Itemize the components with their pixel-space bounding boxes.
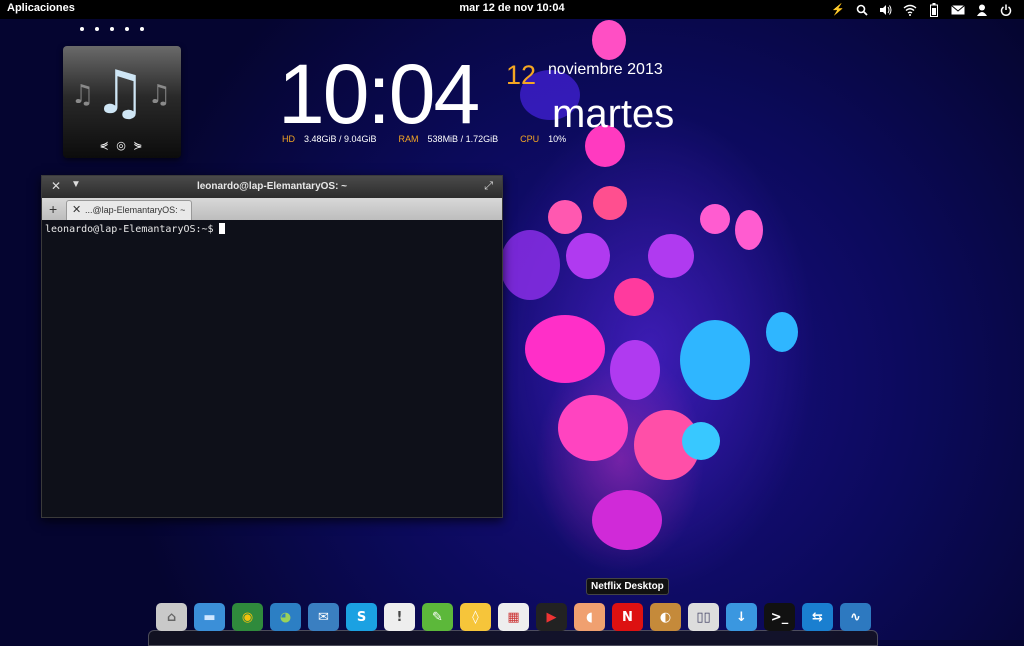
top-panel: Aplicaciones mar 12 de nov 10:04 ⚡ [0,0,1024,19]
tab-label: ...@lap-ElemantaryOS: ~ [85,205,186,215]
cpu-value: 10% [548,134,567,144]
conky-weekday: martes [552,92,675,136]
wallpaper-blob [614,278,654,316]
wallpaper-blob [610,340,660,400]
wallpaper-blob [648,234,694,278]
wallpaper-blob [592,490,662,550]
monitor-launcher-icon[interactable]: ∿ [840,603,871,631]
conky-day: 12 [506,60,537,90]
next-icon[interactable]: ⋟ [133,139,144,152]
hd-label: HD [282,134,295,144]
wifi-icon[interactable] [898,0,922,19]
wallpaper-blob [566,233,610,279]
conky-time: 10:04 [278,47,480,141]
new-tab-button[interactable]: + [49,201,57,217]
terminal-body[interactable]: leonardo@lap-ElemantaryOS:~$ [42,220,502,238]
page-dot[interactable] [95,27,99,31]
conky-stats: HD 3.48GiB / 9.04GiB RAM 538MiB / 1.72GiB … [282,134,588,144]
terminal-launcher-icon[interactable]: >_ [764,603,795,631]
browser-launcher-icon[interactable]: ◕ [270,603,301,631]
window-title: leonardo@lap-ElemantaryOS: ~ [196,181,348,192]
skype-launcher-icon[interactable]: S [346,603,377,631]
terminal-tabbar: + ✕ ...@lap-ElemantaryOS: ~ [42,198,502,220]
page-dot[interactable] [140,27,144,31]
hd-value: 3.48GiB / 9.04GiB [304,134,377,144]
terminal-titlebar[interactable]: ✕ ▼ leonardo@lap-ElemantaryOS: ~ ⤢ [42,176,502,198]
music-note-icon: ♫ [71,80,95,110]
files-launcher-icon[interactable]: ⌂ [156,603,187,631]
battery-charge-icon[interactable]: ⚡ [826,0,850,19]
wallpaper-blob [700,204,730,234]
downloads-launcher-icon[interactable]: ↓ [726,603,757,631]
play-icon[interactable]: ◎ [116,139,128,152]
chrome-launcher-icon[interactable]: ◉ [232,603,263,631]
chat-launcher-icon[interactable]: ! [384,603,415,631]
mail-icon[interactable] [946,0,970,19]
ideas-launcher-icon[interactable]: ◊ [460,603,491,631]
wallpaper-blob [593,186,627,220]
shotwell-launcher-icon[interactable]: ◐ [650,603,681,631]
wallpaper-blob [682,422,720,460]
tweaks-launcher-icon[interactable]: ▯▯ [688,603,719,631]
battery-icon[interactable] [922,0,946,19]
ram-value: 538MiB / 1.72GiB [427,134,499,144]
page-dot[interactable] [125,27,129,31]
user-icon[interactable] [970,0,994,19]
mail-launcher-icon[interactable]: ✉ [308,603,339,631]
cpu-label: CPU [520,134,540,144]
text-cursor [218,223,225,234]
wallpaper-blob [558,395,628,461]
wallpaper-blob [500,230,560,300]
desktop-launcher-icon[interactable]: ▬ [194,603,225,631]
netflix-launcher-icon[interactable]: N [612,603,643,631]
widget-page-dots [80,27,144,31]
dock: ⌂ ▬ ◉ ◕ ✉ S! ✎ ◊ ▦ ▶ ◖ N ◐ ▯▯ ↓ >_ ⇆ ∿ [156,603,871,633]
close-tab-icon[interactable]: ✕ [72,203,81,216]
system-tray: ⚡ [826,0,1018,19]
notes-launcher-icon[interactable]: ✎ [422,603,453,631]
applications-menu[interactable]: Aplicaciones [7,2,75,14]
conky-month-year: noviembre 2013 [548,61,663,78]
teamviewer-launcher-icon[interactable]: ⇆ [802,603,833,631]
playback-controls: ⋞ ◎ ⋟ [63,139,181,152]
wallpaper-blob [525,315,605,383]
ram-label: RAM [398,134,419,144]
wallpaper-blob [735,210,763,250]
previous-icon[interactable]: ⋞ [99,139,110,152]
wallpaper-blob [680,320,750,400]
photos-launcher-icon[interactable]: ◖ [574,603,605,631]
calendar-launcher-icon[interactable]: ▦ [498,603,529,631]
music-player-widget[interactable]: ♫ ♫ ♫ ⋞ ◎ ⋟ [63,46,181,158]
search-icon[interactable] [850,0,874,19]
music-note-icon: ♫ [147,80,171,110]
volume-icon[interactable] [874,0,898,19]
wallpaper-blob [548,200,582,234]
page-dot[interactable] [110,27,114,31]
dock-tooltip: Netflix Desktop [586,578,669,595]
terminal-window[interactable]: ✕ ▼ leonardo@lap-ElemantaryOS: ~ ⤢ + ✕ .… [41,175,503,518]
terminal-tab[interactable]: ✕ ...@lap-ElemantaryOS: ~ [66,200,192,220]
power-icon[interactable] [994,0,1018,19]
wallpaper-blob [766,312,798,352]
page-dot[interactable] [80,27,84,31]
terminal-prompt: leonardo@lap-ElemantaryOS:~$ [45,224,214,235]
maximize-icon[interactable]: ⤢ [484,180,493,193]
wallpaper-blob [592,20,626,60]
music-note-icon: ♫ [93,58,147,128]
video-launcher-icon[interactable]: ▶ [536,603,567,631]
